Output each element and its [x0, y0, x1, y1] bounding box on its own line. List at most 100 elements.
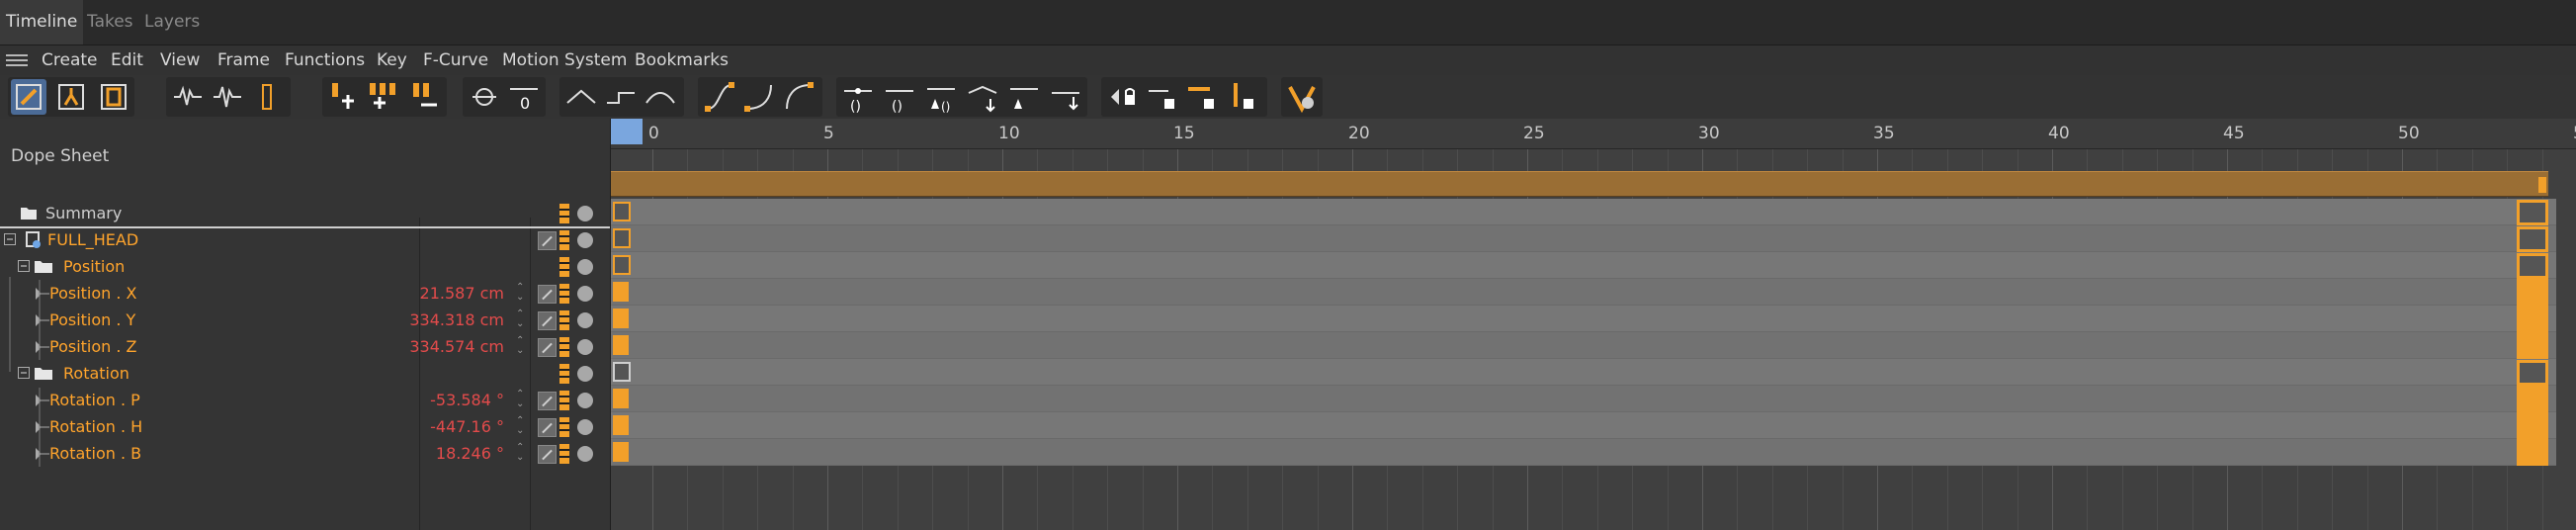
key-end[interactable] — [2517, 306, 2548, 332]
solo-dot-icon[interactable] — [577, 393, 593, 408]
key-enable-icon[interactable] — [559, 204, 569, 223]
menu-create[interactable]: Create — [42, 45, 98, 75]
menu-view[interactable]: View — [160, 45, 200, 75]
key-enable-icon[interactable] — [559, 391, 569, 410]
solo-dot-icon[interactable] — [577, 232, 593, 248]
mute-icon[interactable] — [538, 338, 557, 357]
collapse-icon[interactable] — [4, 233, 16, 245]
key-mode-icon[interactable] — [11, 79, 46, 115]
lock-time-icon[interactable] — [1145, 79, 1180, 115]
key-enable-icon[interactable] — [559, 257, 569, 277]
key-start[interactable] — [613, 282, 629, 302]
key-group-end[interactable] — [2517, 226, 2548, 252]
summary-bar[interactable] — [611, 171, 2548, 197]
key-row[interactable] — [611, 412, 2556, 439]
track-value[interactable]: -53.584 ° — [405, 387, 504, 413]
track-row-full-head[interactable]: FULL_HEAD — [0, 226, 610, 253]
key-row[interactable] — [611, 439, 2556, 466]
summary-end-key[interactable] — [2538, 177, 2546, 193]
motion-mode-icon[interactable] — [53, 79, 89, 115]
solo-dot-icon[interactable] — [577, 446, 593, 462]
key-row[interactable] — [611, 386, 2556, 412]
key-start[interactable] — [613, 442, 629, 462]
waveform-key-icon[interactable] — [210, 79, 245, 115]
collapse-icon[interactable] — [18, 260, 30, 272]
key-row[interactable] — [611, 279, 2556, 306]
menu-f-curve[interactable]: F-Curve — [423, 45, 488, 75]
mute-icon[interactable] — [538, 231, 557, 250]
film-mode-icon[interactable] — [96, 79, 131, 115]
solo-dot-icon[interactable] — [577, 206, 593, 221]
mute-icon[interactable] — [538, 392, 557, 410]
key-group-end[interactable] — [2517, 200, 2548, 225]
key-row[interactable] — [611, 359, 2556, 386]
spinner-icon[interactable]: ⌃ ⌄ — [516, 336, 524, 356]
waveform-icon[interactable] — [170, 79, 206, 115]
tangent-gradient-icon[interactable] — [1006, 79, 1042, 115]
tangent-weight-icon[interactable]: () — [923, 79, 959, 115]
key-multi-add-icon[interactable] — [366, 79, 401, 115]
key-enable-icon[interactable] — [559, 444, 569, 464]
key-start[interactable] — [613, 335, 629, 355]
solo-dot-icon[interactable] — [577, 366, 593, 382]
waveform-clip-icon[interactable] — [249, 79, 285, 115]
spinner-icon[interactable]: ⌃ ⌄ — [516, 309, 524, 329]
solo-dot-icon[interactable] — [577, 312, 593, 328]
track-row-rotation-h[interactable]: Rotation . H -447.16 ° ⌃ ⌄ — [0, 413, 610, 440]
zero-icon[interactable]: 0 — [506, 79, 542, 115]
track-row-position-y[interactable]: Position . Y 334.318 cm ⌃ ⌄ — [0, 307, 610, 333]
track-row-rotation[interactable]: Rotation — [0, 360, 610, 387]
key-start[interactable] — [613, 415, 629, 435]
tangent-auto-icon[interactable]: () — [882, 79, 917, 115]
track-value[interactable]: 334.574 cm — [405, 333, 504, 360]
key-end[interactable] — [2517, 439, 2548, 466]
key-group-start[interactable] — [613, 362, 631, 382]
lock-value-icon[interactable] — [1184, 79, 1220, 115]
key-row[interactable] — [611, 225, 2556, 252]
key-delete-icon[interactable] — [407, 79, 443, 115]
track-row-rotation-p[interactable]: Rotation . P -53.584 ° ⌃ ⌄ — [0, 387, 610, 413]
ease-icon[interactable] — [643, 79, 678, 115]
key-enable-icon[interactable] — [559, 417, 569, 437]
key-row[interactable] — [611, 332, 2556, 359]
key-row[interactable] — [611, 306, 2556, 332]
lock-icon[interactable] — [1105, 79, 1141, 115]
key-group-start[interactable] — [613, 202, 631, 221]
key-end[interactable] — [2517, 386, 2548, 412]
track-row-position-x[interactable]: Position . X 21.587 cm ⌃ ⌄ — [0, 280, 610, 307]
key-end[interactable] — [2517, 332, 2548, 359]
track-row-summary[interactable]: Summary — [0, 200, 610, 228]
solo-dot-icon[interactable] — [577, 419, 593, 435]
spinner-icon[interactable]: ⌃ ⌄ — [516, 283, 524, 303]
menu-functions[interactable]: Functions — [285, 45, 365, 75]
menu-frame[interactable]: Frame — [217, 45, 270, 75]
solo-dot-icon[interactable] — [577, 339, 593, 355]
tangent-zero-icon[interactable] — [1048, 79, 1083, 115]
lock-tangent-icon[interactable] — [1224, 79, 1259, 115]
ease-in-icon[interactable] — [741, 79, 777, 115]
tab-layers[interactable]: Layers — [138, 0, 206, 44]
frame-ruler[interactable]: 0510152025303540455055 — [611, 119, 2576, 149]
step-icon[interactable] — [603, 79, 639, 115]
key-enable-icon[interactable] — [559, 230, 569, 250]
linear-icon[interactable] — [563, 79, 599, 115]
key-start[interactable] — [613, 309, 629, 328]
key-area[interactable] — [611, 199, 2556, 466]
tab-takes[interactable]: Takes — [81, 0, 139, 44]
track-value[interactable]: 18.246 ° — [405, 440, 504, 467]
key-group-end[interactable] — [2517, 253, 2548, 279]
menu-motion-system[interactable]: Motion System — [502, 45, 627, 75]
mute-icon[interactable] — [538, 285, 557, 304]
solo-dot-icon[interactable] — [577, 286, 593, 302]
tangent-icon[interactable]: () — [840, 79, 876, 115]
key-enable-icon[interactable] — [559, 310, 569, 330]
tangent-break-icon[interactable] — [965, 79, 1000, 115]
current-frame-marker[interactable] — [611, 119, 643, 144]
track-value[interactable]: -447.16 ° — [405, 413, 504, 440]
hamburger-menu-icon[interactable] — [6, 54, 28, 66]
spinner-icon[interactable]: ⌃ ⌄ — [516, 416, 524, 436]
solo-dot-icon[interactable] — [577, 259, 593, 275]
key-group-end[interactable] — [2517, 360, 2548, 386]
track-row-rotation-b[interactable]: Rotation . B 18.246 ° ⌃ ⌄ — [0, 440, 610, 467]
key-enable-icon[interactable] — [559, 364, 569, 384]
